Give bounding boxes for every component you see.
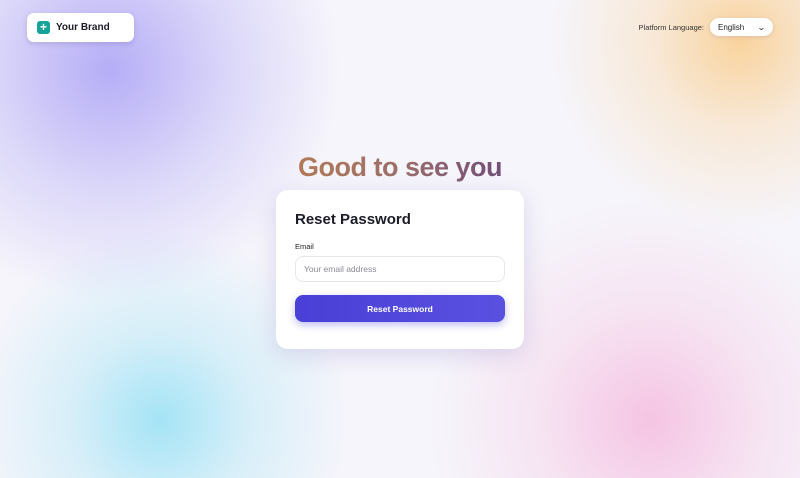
- page-headline: Good to see you: [0, 152, 800, 183]
- brand-name: Your Brand: [56, 22, 110, 33]
- chevron-down-icon: ⌄: [757, 22, 767, 32]
- language-select[interactable]: English ⌄: [710, 18, 773, 36]
- email-label: Email: [295, 242, 314, 251]
- plus-icon: +: [37, 21, 50, 34]
- language-switcher: Platform Language: English ⌄: [639, 18, 773, 36]
- card-title: Reset Password: [295, 211, 411, 228]
- language-selected: English: [718, 22, 745, 32]
- language-label: Platform Language:: [638, 22, 704, 32]
- email-field[interactable]: [295, 256, 505, 282]
- reset-password-button[interactable]: Reset Password: [295, 295, 505, 322]
- reset-password-card: Reset Password Email Reset Password: [276, 190, 524, 349]
- brand-logo[interactable]: + Your Brand: [27, 13, 134, 42]
